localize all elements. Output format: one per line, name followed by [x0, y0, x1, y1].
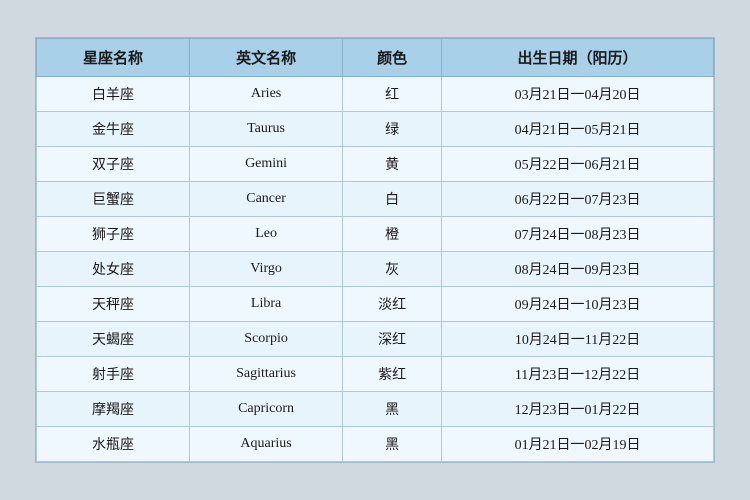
cell-chinese-name: 白羊座	[37, 77, 190, 112]
header-color: 颜色	[343, 39, 442, 77]
cell-english-name: Libra	[190, 287, 343, 322]
cell-dates: 05月22日一06月21日	[442, 147, 714, 182]
cell-color: 橙	[343, 217, 442, 252]
header-dates: 出生日期（阳历）	[442, 39, 714, 77]
table-row: 天秤座Libra淡红09月24日一10月23日	[37, 287, 714, 322]
table-row: 白羊座Aries红03月21日一04月20日	[37, 77, 714, 112]
table-row: 金牛座Taurus绿04月21日一05月21日	[37, 112, 714, 147]
cell-color: 黑	[343, 392, 442, 427]
cell-chinese-name: 金牛座	[37, 112, 190, 147]
zodiac-table-container: 星座名称 英文名称 颜色 出生日期（阳历） 白羊座Aries红03月21日一04…	[35, 37, 715, 463]
table-row: 水瓶座Aquarius黑01月21日一02月19日	[37, 427, 714, 462]
cell-english-name: Aquarius	[190, 427, 343, 462]
cell-color: 黄	[343, 147, 442, 182]
cell-dates: 03月21日一04月20日	[442, 77, 714, 112]
cell-english-name: Scorpio	[190, 322, 343, 357]
zodiac-table: 星座名称 英文名称 颜色 出生日期（阳历） 白羊座Aries红03月21日一04…	[36, 38, 714, 462]
cell-dates: 07月24日一08月23日	[442, 217, 714, 252]
header-chinese-name: 星座名称	[37, 39, 190, 77]
cell-dates: 06月22日一07月23日	[442, 182, 714, 217]
header-english-name: 英文名称	[190, 39, 343, 77]
cell-dates: 04月21日一05月21日	[442, 112, 714, 147]
cell-color: 黑	[343, 427, 442, 462]
cell-color: 深红	[343, 322, 442, 357]
cell-chinese-name: 狮子座	[37, 217, 190, 252]
cell-chinese-name: 射手座	[37, 357, 190, 392]
cell-english-name: Leo	[190, 217, 343, 252]
table-body: 白羊座Aries红03月21日一04月20日金牛座Taurus绿04月21日一0…	[37, 77, 714, 462]
cell-dates: 11月23日一12月22日	[442, 357, 714, 392]
table-row: 狮子座Leo橙07月24日一08月23日	[37, 217, 714, 252]
cell-color: 紫红	[343, 357, 442, 392]
cell-chinese-name: 巨蟹座	[37, 182, 190, 217]
cell-chinese-name: 天蝎座	[37, 322, 190, 357]
cell-dates: 01月21日一02月19日	[442, 427, 714, 462]
cell-english-name: Virgo	[190, 252, 343, 287]
table-row: 射手座Sagittarius紫红11月23日一12月22日	[37, 357, 714, 392]
cell-color: 红	[343, 77, 442, 112]
cell-english-name: Gemini	[190, 147, 343, 182]
cell-english-name: Taurus	[190, 112, 343, 147]
cell-chinese-name: 处女座	[37, 252, 190, 287]
cell-chinese-name: 摩羯座	[37, 392, 190, 427]
cell-english-name: Capricorn	[190, 392, 343, 427]
cell-dates: 08月24日一09月23日	[442, 252, 714, 287]
cell-english-name: Cancer	[190, 182, 343, 217]
table-row: 巨蟹座Cancer白06月22日一07月23日	[37, 182, 714, 217]
cell-english-name: Aries	[190, 77, 343, 112]
cell-color: 白	[343, 182, 442, 217]
cell-dates: 10月24日一11月22日	[442, 322, 714, 357]
table-row: 摩羯座Capricorn黑12月23日一01月22日	[37, 392, 714, 427]
cell-color: 绿	[343, 112, 442, 147]
table-row: 处女座Virgo灰08月24日一09月23日	[37, 252, 714, 287]
cell-dates: 09月24日一10月23日	[442, 287, 714, 322]
table-row: 天蝎座Scorpio深红10月24日一11月22日	[37, 322, 714, 357]
cell-english-name: Sagittarius	[190, 357, 343, 392]
cell-chinese-name: 天秤座	[37, 287, 190, 322]
cell-color: 灰	[343, 252, 442, 287]
cell-chinese-name: 双子座	[37, 147, 190, 182]
cell-dates: 12月23日一01月22日	[442, 392, 714, 427]
cell-chinese-name: 水瓶座	[37, 427, 190, 462]
table-header-row: 星座名称 英文名称 颜色 出生日期（阳历）	[37, 39, 714, 77]
cell-color: 淡红	[343, 287, 442, 322]
table-row: 双子座Gemini黄05月22日一06月21日	[37, 147, 714, 182]
